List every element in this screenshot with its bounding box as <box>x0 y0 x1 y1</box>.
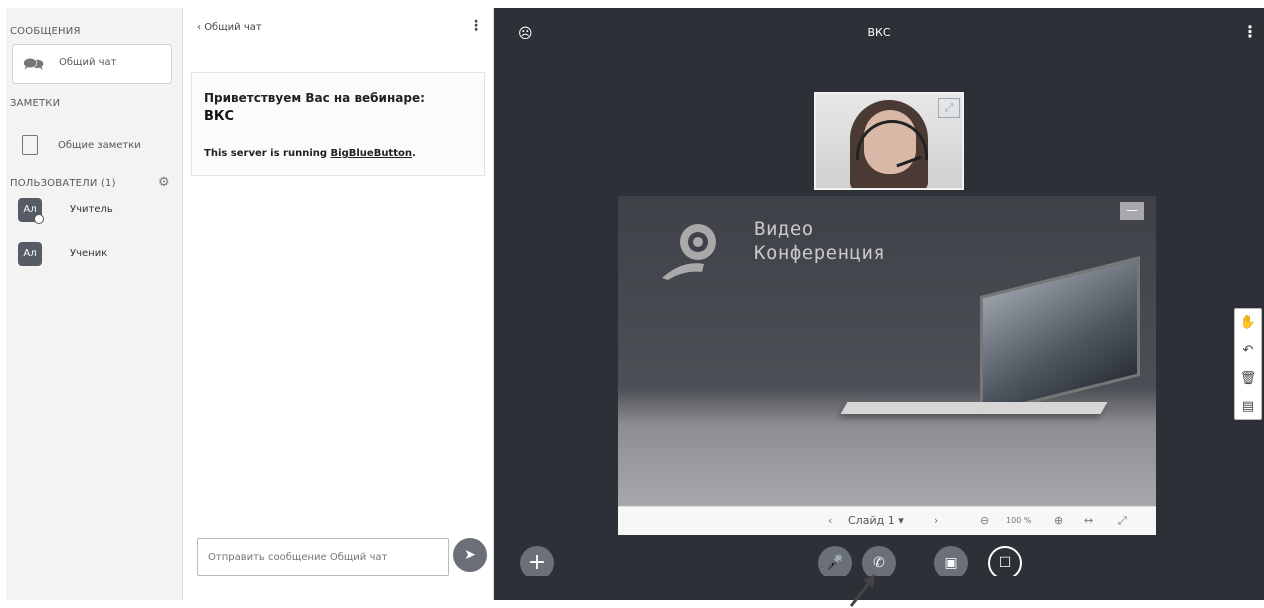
welcome-line: Приветствуем Вас на вебинаре: <box>204 91 425 105</box>
bigbluebutton-link[interactable]: BigBlueButton <box>331 148 412 159</box>
presentation-area: ☹ ВКС ⋮ ⤢ — Видео Конференция ‹ Слайд 1 … <box>494 8 1264 580</box>
meeting-title: ВКС <box>867 26 891 39</box>
logo-line1: Видео <box>754 218 814 240</box>
server-prefix: This server is running <box>204 148 331 159</box>
phone-icon: ✆ <box>873 555 885 571</box>
gear-icon[interactable]: ⚙ <box>158 175 170 190</box>
whiteboard-toolbar: ✋ ↶ 🗑 ▤ <box>1234 308 1262 420</box>
webcam-video: ⤢ <box>814 92 964 190</box>
send-button[interactable]: ➤ <box>453 538 487 572</box>
public-chat-label: Общий чат <box>59 57 117 68</box>
server-info: This server is running BigBlueButton. <box>204 148 416 159</box>
presenter-badge-icon <box>34 214 44 224</box>
zoom-out-icon[interactable]: ⊖ <box>980 514 989 527</box>
laptop-base <box>840 402 1108 414</box>
users-section-title: ПОЛЬЗОВАТЕЛИ (1) <box>10 178 116 189</box>
user-item[interactable]: Ал Учитель <box>18 198 178 226</box>
slide-label: Слайд 1 <box>848 514 895 527</box>
zoom-level: 100 % <box>1006 516 1032 525</box>
shared-notes-label: Общие заметки <box>58 140 141 151</box>
next-slide-button[interactable]: › <box>934 514 938 527</box>
microphone-icon: 🎤 <box>826 555 844 571</box>
welcome-message: Приветствуем Вас на вебинаре: ВКС This s… <box>191 72 485 176</box>
chat-bubbles-icon: 🗪 <box>23 55 45 75</box>
hand-tool-icon[interactable]: ✋ <box>1235 309 1261 337</box>
sidebar-item-shared-notes[interactable]: Общие заметки <box>12 132 172 162</box>
logo-line2: Конференция <box>754 242 886 264</box>
webinar-name: ВКС <box>204 109 235 124</box>
user-item[interactable]: Ал Ученик <box>18 242 178 270</box>
multi-user-whiteboard-icon[interactable]: ▤ <box>1235 393 1261 421</box>
webcam-logo-icon <box>662 224 716 280</box>
chevron-left-icon: ‹ <box>197 22 201 33</box>
slide-controls: ‹ Слайд 1 ▾ › ⊖ 100 % ⊕ ↔ ⤢ <box>618 506 1156 535</box>
options-icon[interactable]: ⋮ <box>1242 22 1258 41</box>
fit-width-icon[interactable]: ↔ <box>1084 514 1093 527</box>
notes-icon <box>22 135 38 155</box>
fullscreen-icon[interactable]: ⤢ <box>1118 514 1127 528</box>
pointer-arrow-icon <box>849 574 875 607</box>
minimize-button[interactable]: — <box>1120 202 1144 220</box>
screen-share-icon: ☐ <box>998 555 1012 571</box>
expand-icon[interactable]: ⤢ <box>938 98 960 118</box>
chat-title: Общий чат <box>204 22 262 33</box>
presentation-slide: — Видео Конференция ‹ Слайд 1 ▾ › ⊖ 100 … <box>618 196 1156 535</box>
avatar: Ал <box>18 242 42 266</box>
chat-options-icon[interactable]: ⋮ <box>469 18 483 34</box>
user-name: Ученик <box>70 248 108 259</box>
messages-section-title: СООБЩЕНИЯ <box>10 26 81 37</box>
undo-icon[interactable]: ↶ <box>1235 337 1261 365</box>
screen-share-button[interactable]: ☐ <box>988 546 1022 580</box>
caret-down-icon: ▾ <box>898 514 904 527</box>
slide-select[interactable]: Слайд 1 ▾ <box>848 514 904 527</box>
share-webcam-button[interactable]: ▣ <box>934 546 968 580</box>
sidebar: СООБЩЕНИЯ 🗪 Общий чат ЗАМЕТКИ Общие заме… <box>6 8 183 600</box>
notes-section-title: ЗАМЕТКИ <box>10 98 61 109</box>
send-icon: ➤ <box>464 547 476 563</box>
zoom-in-icon[interactable]: ⊕ <box>1054 514 1063 527</box>
actions-button[interactable]: + <box>520 546 554 580</box>
camera-icon: ▣ <box>944 555 958 571</box>
user-name: Учитель <box>70 204 113 215</box>
prev-slide-button[interactable]: ‹ <box>828 514 832 527</box>
trash-icon[interactable]: 🗑 <box>1235 365 1261 393</box>
server-suffix: . <box>411 148 416 159</box>
chat-message-input[interactable] <box>197 538 449 576</box>
conference-app: СООБЩЕНИЯ 🗪 Общий чат ЗАМЕТКИ Общие заме… <box>6 8 1264 600</box>
chat-panel: ‹ Общий чат ⋮ Приветствуем Вас на вебина… <box>183 8 494 600</box>
sidebar-item-public-chat[interactable]: 🗪 Общий чат <box>12 44 172 84</box>
plus-icon: + <box>527 550 547 575</box>
chat-back-button[interactable]: ‹ Общий чат <box>197 22 262 33</box>
